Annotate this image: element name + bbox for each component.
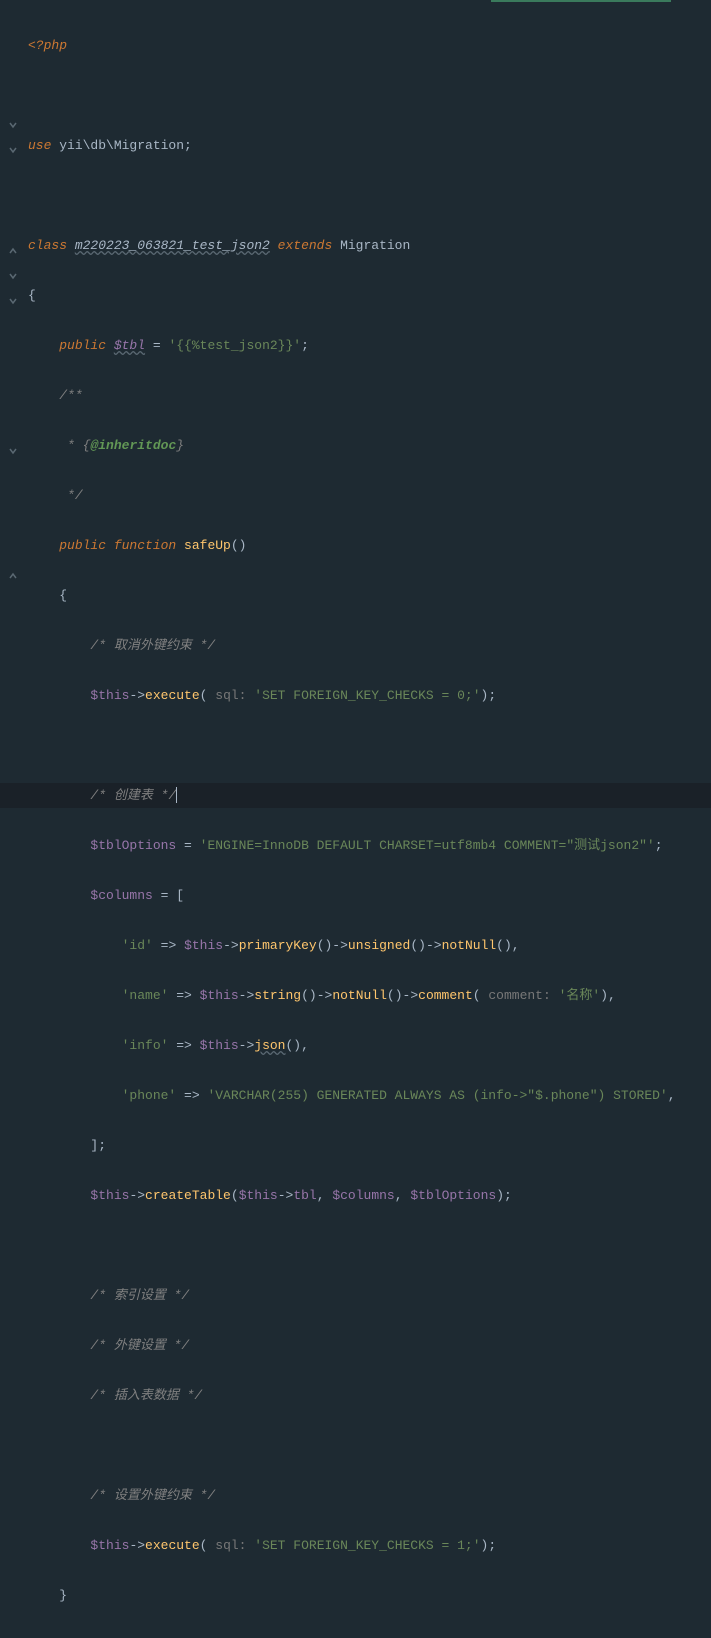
string: '名称' (559, 988, 601, 1003)
string: '{{%test_json2}}' (168, 338, 301, 353)
op: = (145, 338, 168, 353)
array-key: 'phone' (122, 1088, 177, 1103)
op: = [ (153, 888, 184, 903)
method: execute (145, 688, 200, 703)
array-key: 'info' (122, 1038, 169, 1053)
parens: () (231, 538, 247, 553)
this: $this (200, 1038, 239, 1053)
code-editor[interactable]: <?php use yii\db\Migration; class m22022… (0, 0, 711, 819)
variable: $columns (90, 888, 152, 903)
param-hint: sql: (207, 1538, 254, 1553)
comment: /* 取消外键约束 */ (90, 638, 215, 653)
use-keyword: use (28, 138, 59, 153)
fold-icon[interactable] (8, 565, 18, 575)
method: notNull (332, 988, 387, 1003)
docblock: */ (59, 488, 82, 503)
string: 'ENGINE=InnoDB DEFAULT CHARSET=utf8mb4 C… (200, 838, 655, 853)
array-key: 'id' (122, 938, 153, 953)
class-name: m220223_063821_test_json2 (75, 238, 270, 253)
brace: { (28, 288, 36, 303)
fold-icon[interactable] (8, 139, 18, 149)
this: $this (239, 1188, 278, 1203)
variable: $tblOptions (90, 838, 176, 853)
fold-icon[interactable] (8, 290, 18, 300)
editor-gutter (0, 0, 24, 819)
this: $this (184, 938, 223, 953)
property: tbl (293, 1188, 316, 1203)
this: $this (90, 1188, 129, 1203)
variable: $columns (332, 1188, 394, 1203)
fold-icon[interactable] (8, 114, 18, 124)
php-tag: <?php (28, 38, 67, 53)
fold-icon[interactable] (8, 265, 18, 275)
docblock: * { (59, 438, 90, 453)
method: comment (418, 988, 473, 1003)
property: $tbl (114, 338, 145, 353)
arrow: => (153, 938, 184, 953)
arrow: => (168, 1038, 199, 1053)
text-cursor (176, 787, 177, 803)
param-hint: sql: (207, 688, 254, 703)
string: 'VARCHAR(255) GENERATED ALWAYS AS (info-… (207, 1088, 667, 1103)
function-keyword: function (114, 538, 184, 553)
class-keyword: class (28, 238, 75, 253)
this: $this (90, 1538, 129, 1553)
method: createTable (145, 1188, 231, 1203)
docblock: } (176, 438, 184, 453)
comment: /* 外键设置 */ (90, 1338, 189, 1353)
method: json (254, 1038, 285, 1053)
method: notNull (442, 938, 497, 953)
array-key: 'name' (122, 988, 169, 1003)
op: = (176, 838, 199, 853)
comment: /* 创建表 * (90, 788, 168, 803)
parent-class: Migration (340, 238, 410, 253)
docblock: /** (59, 388, 82, 403)
arrow: => (176, 1088, 207, 1103)
arrow: -> (129, 688, 145, 703)
method: string (254, 988, 301, 1003)
brace: { (59, 588, 67, 603)
visibility: public (59, 338, 114, 353)
this: $this (200, 988, 239, 1003)
function-name: safeUp (184, 538, 231, 553)
fold-icon[interactable] (8, 440, 18, 450)
string: 'SET FOREIGN_KEY_CHECKS = 0;' (254, 688, 480, 703)
arrow: => (168, 988, 199, 1003)
comment: /* 设置外键约束 */ (90, 1488, 215, 1503)
semi: ; (301, 338, 309, 353)
use-path: yii\db\Migration; (59, 138, 192, 153)
fold-icon[interactable] (8, 240, 18, 250)
param-hint: comment: (481, 988, 559, 1003)
variable: $tblOptions (410, 1188, 496, 1203)
comment: /* 索引设置 */ (90, 1288, 189, 1303)
method: execute (145, 1538, 200, 1553)
semi: ; (655, 838, 663, 853)
this: $this (90, 688, 129, 703)
string: 'SET FOREIGN_KEY_CHECKS = 1;' (254, 1538, 480, 1553)
extends-keyword: extends (270, 238, 340, 253)
comment: /* 插入表数据 */ (90, 1388, 202, 1403)
visibility: public (59, 538, 114, 553)
method: unsigned (348, 938, 410, 953)
bracket-close: ]; (90, 1138, 106, 1153)
code-area[interactable]: <?php use yii\db\Migration; class m22022… (24, 0, 711, 819)
brace: } (59, 1588, 67, 1603)
method: primaryKey (239, 938, 317, 953)
doc-tag: @inheritdoc (90, 438, 176, 453)
